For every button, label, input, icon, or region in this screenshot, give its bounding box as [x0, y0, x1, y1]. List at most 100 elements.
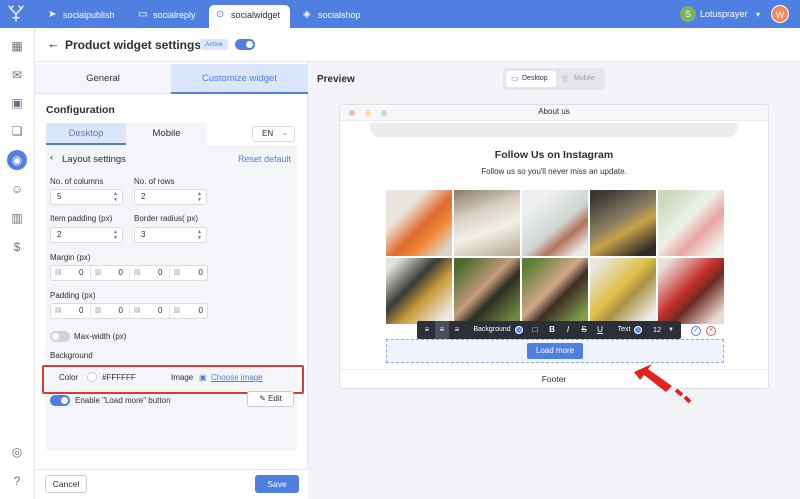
- top-bar: ➤ socialpublish ▭ socialreply ⊙ socialwi…: [0, 0, 800, 28]
- antler-logo-icon[interactable]: [6, 5, 26, 23]
- inbox-icon[interactable]: ✉: [9, 67, 25, 83]
- columns-input[interactable]: 5 ▲ ▼: [50, 189, 123, 205]
- load-more-toggle[interactable]: [50, 395, 70, 406]
- confirm-check-icon[interactable]: ✓: [691, 326, 701, 336]
- padding-bottom-value: 0: [158, 306, 163, 315]
- tab-socialpublish[interactable]: ➤ socialpublish: [41, 5, 129, 25]
- instagram-photo[interactable]: [386, 258, 452, 324]
- widget-active-toggle[interactable]: [235, 39, 255, 50]
- stepper-icon[interactable]: ▲ ▼: [197, 229, 202, 241]
- bold-icon[interactable]: B: [546, 321, 558, 339]
- background-color-label: Background: [473, 326, 511, 333]
- tab-mobile[interactable]: Mobile: [126, 123, 207, 145]
- instagram-photo[interactable]: [522, 258, 588, 324]
- rows-value: 2: [141, 192, 146, 201]
- instagram-photo[interactable]: [454, 190, 520, 256]
- back-arrow-icon[interactable]: ←: [47, 36, 60, 51]
- italic-icon[interactable]: I: [562, 321, 574, 339]
- border-box-icon[interactable]: □: [529, 321, 541, 339]
- image-icon[interactable]: ▣: [9, 95, 25, 111]
- dashboard-icon[interactable]: ▦: [9, 38, 25, 54]
- margin-bottom-icon: ▤: [134, 269, 141, 276]
- monitor-icon: ▭: [511, 74, 519, 83]
- analytics-icon[interactable]: ▥: [9, 210, 25, 226]
- support-icon[interactable]: ◎: [9, 444, 25, 460]
- tab-desktop[interactable]: Desktop: [46, 123, 126, 145]
- money-bag-icon[interactable]: $: [9, 239, 25, 255]
- tab-label: socialwidget: [231, 10, 281, 20]
- padding-right-input[interactable]: ▥ 0: [91, 304, 130, 318]
- margin-left-input[interactable]: ▥ 0: [170, 266, 210, 280]
- chevron-down-icon: ▾: [756, 10, 761, 19]
- margin-left-value: 0: [198, 268, 203, 277]
- tab-socialreply[interactable]: ▭ socialreply: [131, 5, 209, 25]
- item-padding-input[interactable]: 2 ▲ ▼: [50, 227, 123, 243]
- padding-right-value: 0: [118, 306, 123, 315]
- user-icon[interactable]: ☺: [9, 181, 25, 197]
- widget-subtitle[interactable]: Follow us so you'll never miss an update…: [340, 167, 768, 176]
- store-switcher[interactable]: S Lotusprayer ▾: [680, 6, 760, 23]
- widget-title[interactable]: Follow Us on Instagram: [340, 149, 768, 161]
- margin-bottom-input[interactable]: ▤ 0: [130, 266, 170, 280]
- layout-settings-title: Layout settings: [62, 154, 126, 165]
- padding-left-input[interactable]: ▥ 0: [170, 304, 210, 318]
- load-more-button[interactable]: Load more: [527, 343, 583, 359]
- chevron-down-icon: ⌄: [282, 130, 288, 137]
- text-format-toolbar: ≡ ≡ ≡ Background □ B I S U Text 12 ▼: [417, 321, 681, 339]
- instagram-photo[interactable]: [658, 190, 724, 256]
- instagram-photo[interactable]: [522, 190, 588, 256]
- margin-right-input[interactable]: ▥ 0: [91, 266, 130, 280]
- instagram-photo[interactable]: [454, 258, 520, 324]
- max-width-toggle[interactable]: [50, 331, 70, 342]
- instagram-photo[interactable]: [590, 258, 656, 324]
- language-select[interactable]: EN ⌄: [252, 126, 295, 142]
- text-color-picker[interactable]: [634, 326, 642, 334]
- avatar[interactable]: W: [771, 5, 789, 23]
- reset-default-link[interactable]: Reset default: [238, 154, 291, 164]
- config-panel: General Customize widget Configuration D…: [35, 62, 308, 469]
- edit-button[interactable]: ✎ Edit: [247, 391, 294, 407]
- cancel-x-icon[interactable]: ×: [706, 326, 716, 336]
- stepper-icon[interactable]: ▲ ▼: [113, 229, 118, 241]
- border-radius-input[interactable]: 3 ▲ ▼: [134, 227, 207, 243]
- font-size-value[interactable]: 12: [650, 321, 664, 339]
- save-button[interactable]: Save: [255, 475, 299, 493]
- rows-input[interactable]: 2 ▲ ▼: [134, 189, 207, 205]
- preview-mobile-button[interactable]: ▯ Mobile: [558, 71, 602, 87]
- status-badge: Active: [200, 39, 228, 50]
- background-label: Background: [50, 351, 93, 360]
- max-width-label: Max-width (px): [74, 332, 127, 341]
- tab-general[interactable]: General: [35, 64, 171, 94]
- align-right-icon[interactable]: ≡: [451, 321, 463, 339]
- tab-label: socialreply: [153, 10, 196, 20]
- instagram-photo[interactable]: [590, 190, 656, 256]
- caret-down-icon[interactable]: ▼: [666, 321, 676, 339]
- pencil-icon: ✎: [259, 394, 266, 403]
- layers-icon[interactable]: ◉: [7, 150, 27, 170]
- tab-socialshop[interactable]: ◈ socialshop: [296, 5, 370, 25]
- margin-top-input[interactable]: ▤ 0: [51, 266, 91, 280]
- cancel-button[interactable]: Cancel: [45, 475, 87, 493]
- instagram-grid: [386, 190, 724, 324]
- padding-top-input[interactable]: ▤ 0: [51, 304, 91, 318]
- padding-bottom-input[interactable]: ▤ 0: [130, 304, 170, 318]
- instagram-photo[interactable]: [386, 190, 452, 256]
- tab-customize-widget[interactable]: Customize widget: [171, 64, 308, 94]
- strikethrough-icon[interactable]: S: [578, 321, 590, 339]
- browser-bar: About us: [340, 105, 768, 121]
- align-center-icon[interactable]: ≡: [435, 321, 449, 339]
- instagram-photo[interactable]: [658, 258, 724, 324]
- align-left-icon[interactable]: ≡: [421, 321, 433, 339]
- background-color-picker[interactable]: [515, 326, 523, 334]
- book-icon[interactable]: ❏: [9, 123, 25, 139]
- underline-icon[interactable]: U: [594, 321, 606, 339]
- help-icon[interactable]: ?: [9, 473, 25, 489]
- tab-socialwidget[interactable]: ⊙ socialwidget: [209, 5, 290, 28]
- columns-label: No. of columns: [50, 177, 104, 186]
- preview-desktop-button[interactable]: ▭ Desktop: [506, 71, 556, 87]
- device-switcher: ▭ Desktop ▯ Mobile: [503, 68, 605, 90]
- stepper-icon[interactable]: ▲ ▼: [197, 191, 202, 203]
- stepper-icon[interactable]: ▲ ▼: [113, 191, 118, 203]
- chevron-left-icon[interactable]: ‹: [50, 152, 53, 163]
- load-more-highlight: [42, 365, 304, 394]
